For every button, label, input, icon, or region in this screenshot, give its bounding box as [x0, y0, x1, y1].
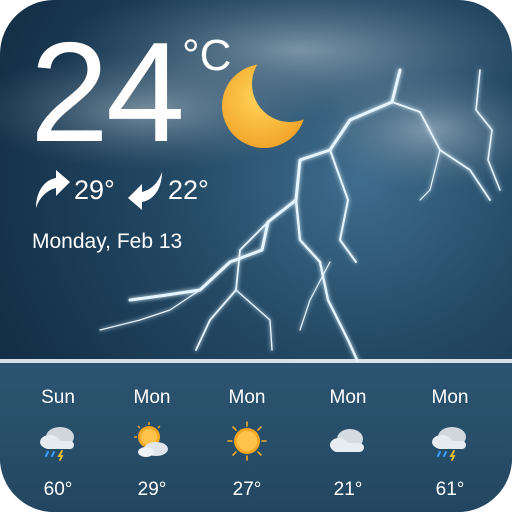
partly-cloudy-sun-icon	[134, 422, 168, 457]
forecast-day-label: Mon	[133, 387, 171, 408]
forecast-day[interactable]: Mon 29°	[102, 363, 202, 512]
forecast-day-label: Sun	[41, 387, 75, 408]
high-temperature: 29°	[32, 170, 115, 210]
current-date: Monday, Feb 13	[32, 230, 183, 253]
high-temperature-value: 29°	[74, 175, 115, 205]
forecast-day-label: Mon	[228, 387, 266, 408]
current-temperature: 24	[30, 13, 185, 172]
forecast-day[interactable]: Mon 27°	[197, 363, 297, 512]
low-temperature: 22°	[126, 170, 209, 210]
forecast-day-label: Mon	[431, 387, 469, 408]
forecast-temp: 29°	[137, 479, 167, 500]
forecast-temp: 60°	[43, 479, 73, 500]
forecast-temp: 21°	[333, 479, 363, 500]
forecast-day[interactable]: Mon 21°	[298, 363, 398, 512]
arrow-down-icon	[128, 172, 162, 210]
forecast-strip: Sun 60° Mon 29° Mon 27° Mon 21° Mon 61°	[0, 363, 512, 512]
sun-icon	[227, 421, 267, 461]
forecast-temp: 27°	[232, 479, 262, 500]
crescent-moon-icon	[222, 64, 306, 148]
weather-widget: 24 °C 29° 22° Monday, Feb 13 Sun 60° Mon…	[0, 0, 512, 512]
low-temperature-value: 22°	[168, 175, 209, 205]
cloud-icon	[330, 429, 364, 452]
arrow-up-icon	[36, 170, 70, 208]
cloud-rain-thunder-icon	[40, 427, 74, 461]
forecast-day[interactable]: Sun 60°	[8, 363, 108, 512]
cloud-rain-thunder-icon	[432, 427, 466, 461]
forecast-day-label: Mon	[329, 387, 367, 408]
forecast-temp: 61°	[435, 479, 465, 500]
forecast-day[interactable]: Mon 61°	[400, 363, 500, 512]
